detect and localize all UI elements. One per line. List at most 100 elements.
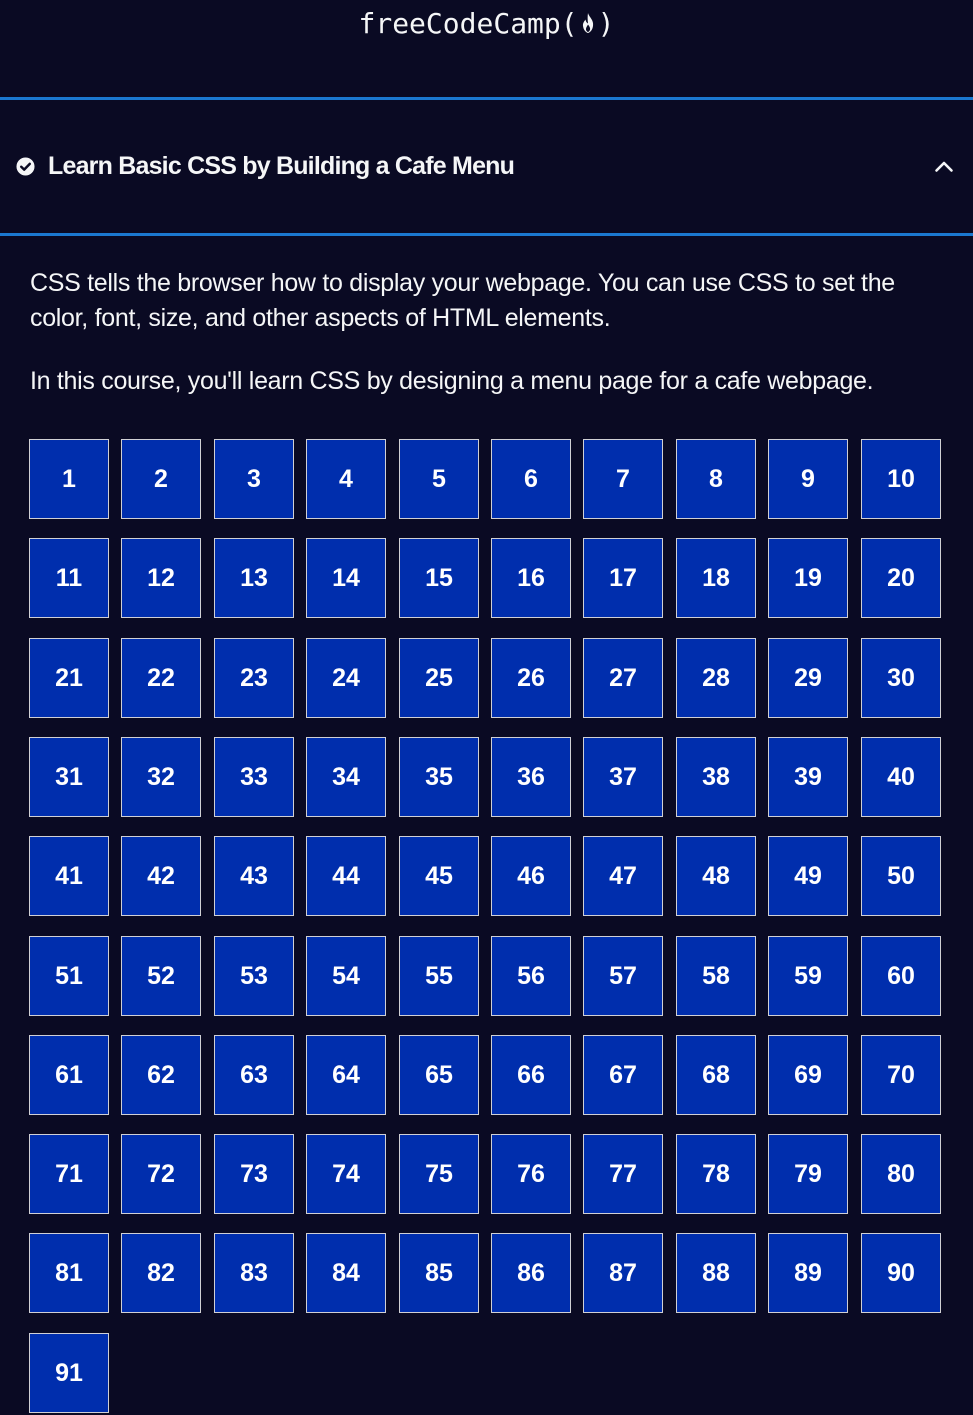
step-button-65[interactable]: 65 bbox=[399, 1035, 479, 1115]
step-button-91[interactable]: 91 bbox=[29, 1333, 109, 1413]
step-button-57[interactable]: 57 bbox=[583, 936, 663, 1016]
step-button-42[interactable]: 42 bbox=[121, 836, 201, 916]
step-button-3[interactable]: 3 bbox=[214, 439, 294, 519]
step-button-51[interactable]: 51 bbox=[29, 936, 109, 1016]
chevron-up-icon[interactable] bbox=[934, 159, 954, 173]
step-button-22[interactable]: 22 bbox=[121, 638, 201, 718]
check-circle-icon bbox=[16, 157, 35, 176]
step-button-41[interactable]: 41 bbox=[29, 836, 109, 916]
step-button-33[interactable]: 33 bbox=[214, 737, 294, 817]
freecodecamp-logo[interactable]: freeCodeCamp() bbox=[0, 4, 973, 45]
step-button-68[interactable]: 68 bbox=[676, 1035, 756, 1115]
step-button-71[interactable]: 71 bbox=[29, 1134, 109, 1214]
step-button-84[interactable]: 84 bbox=[306, 1233, 386, 1313]
step-button-25[interactable]: 25 bbox=[399, 638, 479, 718]
step-button-38[interactable]: 38 bbox=[676, 737, 756, 817]
step-button-16[interactable]: 16 bbox=[491, 538, 571, 618]
step-button-47[interactable]: 47 bbox=[583, 836, 663, 916]
step-button-85[interactable]: 85 bbox=[399, 1233, 479, 1313]
step-button-56[interactable]: 56 bbox=[491, 936, 571, 1016]
step-button-79[interactable]: 79 bbox=[768, 1134, 848, 1214]
step-button-10[interactable]: 10 bbox=[861, 439, 941, 519]
step-button-39[interactable]: 39 bbox=[768, 737, 848, 817]
step-button-46[interactable]: 46 bbox=[491, 836, 571, 916]
step-button-60[interactable]: 60 bbox=[861, 936, 941, 1016]
step-button-24[interactable]: 24 bbox=[306, 638, 386, 718]
step-button-31[interactable]: 31 bbox=[29, 737, 109, 817]
step-button-12[interactable]: 12 bbox=[121, 538, 201, 618]
intro-paragraph-2: In this course, you'll learn CSS by desi… bbox=[30, 367, 874, 395]
step-button-61[interactable]: 61 bbox=[29, 1035, 109, 1115]
step-button-4[interactable]: 4 bbox=[306, 439, 386, 519]
step-button-81[interactable]: 81 bbox=[29, 1233, 109, 1313]
step-button-73[interactable]: 73 bbox=[214, 1134, 294, 1214]
step-button-9[interactable]: 9 bbox=[768, 439, 848, 519]
step-button-43[interactable]: 43 bbox=[214, 836, 294, 916]
step-button-35[interactable]: 35 bbox=[399, 737, 479, 817]
step-button-87[interactable]: 87 bbox=[583, 1233, 663, 1313]
step-button-37[interactable]: 37 bbox=[583, 737, 663, 817]
step-button-62[interactable]: 62 bbox=[121, 1035, 201, 1115]
step-button-59[interactable]: 59 bbox=[768, 936, 848, 1016]
block-toggle-header[interactable]: Learn Basic CSS by Building a Cafe Menu bbox=[0, 100, 973, 233]
step-button-34[interactable]: 34 bbox=[306, 737, 386, 817]
step-button-55[interactable]: 55 bbox=[399, 936, 479, 1016]
step-button-49[interactable]: 49 bbox=[768, 836, 848, 916]
step-button-32[interactable]: 32 bbox=[121, 737, 201, 817]
step-button-50[interactable]: 50 bbox=[861, 836, 941, 916]
step-button-89[interactable]: 89 bbox=[768, 1233, 848, 1313]
step-button-30[interactable]: 30 bbox=[861, 638, 941, 718]
step-button-23[interactable]: 23 bbox=[214, 638, 294, 718]
step-button-14[interactable]: 14 bbox=[306, 538, 386, 618]
step-button-83[interactable]: 83 bbox=[214, 1233, 294, 1313]
step-button-36[interactable]: 36 bbox=[491, 737, 571, 817]
step-button-21[interactable]: 21 bbox=[29, 638, 109, 718]
step-button-74[interactable]: 74 bbox=[306, 1134, 386, 1214]
step-button-63[interactable]: 63 bbox=[214, 1035, 294, 1115]
step-button-28[interactable]: 28 bbox=[676, 638, 756, 718]
step-button-64[interactable]: 64 bbox=[306, 1035, 386, 1115]
flame-icon bbox=[580, 5, 596, 45]
step-button-75[interactable]: 75 bbox=[399, 1134, 479, 1214]
step-button-40[interactable]: 40 bbox=[861, 737, 941, 817]
step-button-11[interactable]: 11 bbox=[29, 538, 109, 618]
step-button-82[interactable]: 82 bbox=[121, 1233, 201, 1313]
step-button-13[interactable]: 13 bbox=[214, 538, 294, 618]
step-button-72[interactable]: 72 bbox=[121, 1134, 201, 1214]
step-button-15[interactable]: 15 bbox=[399, 538, 479, 618]
step-button-69[interactable]: 69 bbox=[768, 1035, 848, 1115]
step-button-8[interactable]: 8 bbox=[676, 439, 756, 519]
step-button-78[interactable]: 78 bbox=[676, 1134, 756, 1214]
step-button-70[interactable]: 70 bbox=[861, 1035, 941, 1115]
step-button-26[interactable]: 26 bbox=[491, 638, 571, 718]
step-button-76[interactable]: 76 bbox=[491, 1134, 571, 1214]
step-button-90[interactable]: 90 bbox=[861, 1233, 941, 1313]
step-button-58[interactable]: 58 bbox=[676, 936, 756, 1016]
step-button-20[interactable]: 20 bbox=[861, 538, 941, 618]
step-button-54[interactable]: 54 bbox=[306, 936, 386, 1016]
step-button-17[interactable]: 17 bbox=[583, 538, 663, 618]
step-button-5[interactable]: 5 bbox=[399, 439, 479, 519]
intro-paragraph-1: CSS tells the browser how to display you… bbox=[30, 269, 895, 332]
step-button-44[interactable]: 44 bbox=[306, 836, 386, 916]
step-button-7[interactable]: 7 bbox=[583, 439, 663, 519]
step-button-1[interactable]: 1 bbox=[29, 439, 109, 519]
step-button-80[interactable]: 80 bbox=[861, 1134, 941, 1214]
logo-text-right: ) bbox=[597, 7, 615, 40]
step-button-18[interactable]: 18 bbox=[676, 538, 756, 618]
step-button-29[interactable]: 29 bbox=[768, 638, 848, 718]
step-button-27[interactable]: 27 bbox=[583, 638, 663, 718]
step-button-48[interactable]: 48 bbox=[676, 836, 756, 916]
step-button-86[interactable]: 86 bbox=[491, 1233, 571, 1313]
step-button-67[interactable]: 67 bbox=[583, 1035, 663, 1115]
step-button-52[interactable]: 52 bbox=[121, 936, 201, 1016]
step-button-88[interactable]: 88 bbox=[676, 1233, 756, 1313]
step-button-77[interactable]: 77 bbox=[583, 1134, 663, 1214]
step-button-45[interactable]: 45 bbox=[399, 836, 479, 916]
step-button-19[interactable]: 19 bbox=[768, 538, 848, 618]
step-button-2[interactable]: 2 bbox=[121, 439, 201, 519]
step-button-66[interactable]: 66 bbox=[491, 1035, 571, 1115]
block-intro: CSS tells the browser how to display you… bbox=[30, 266, 945, 399]
step-button-53[interactable]: 53 bbox=[214, 936, 294, 1016]
step-button-6[interactable]: 6 bbox=[491, 439, 571, 519]
